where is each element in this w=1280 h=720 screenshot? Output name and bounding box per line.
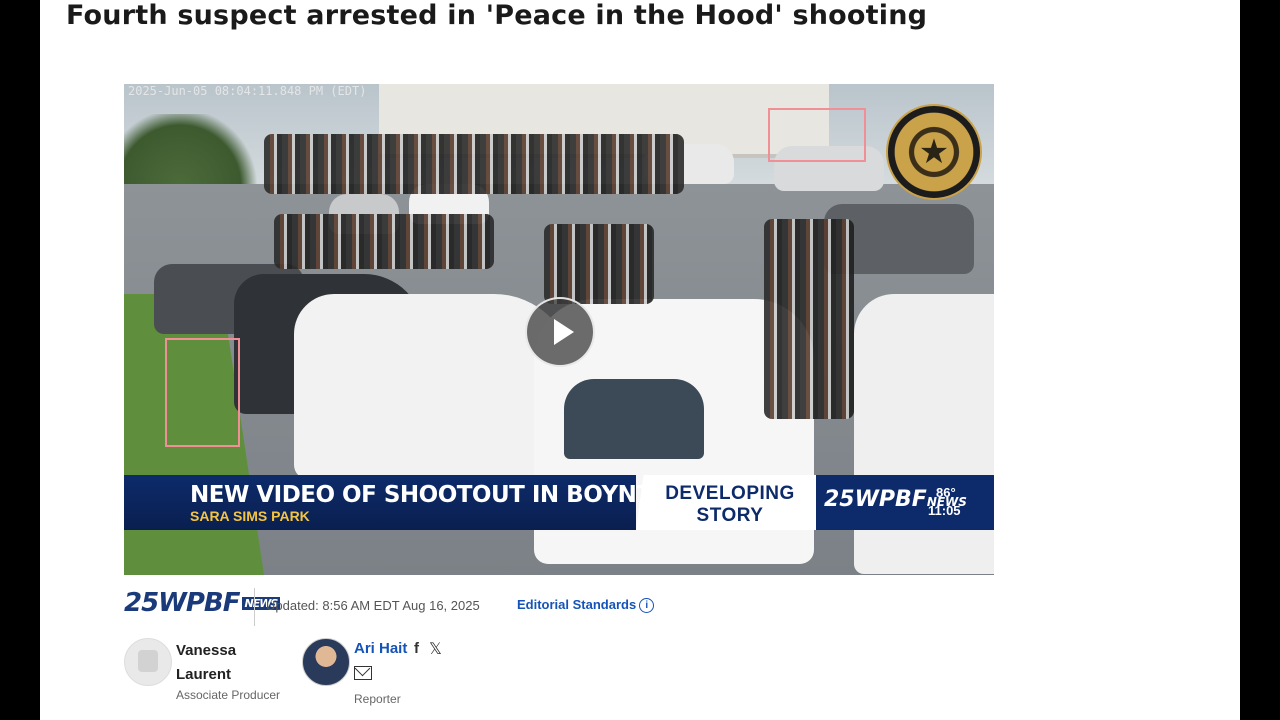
sheriff-seal-icon: ★: [886, 104, 982, 200]
avatar[interactable]: [302, 638, 350, 686]
broadcast-time: 11:05: [928, 503, 961, 518]
news-lower-third: NEW VIDEO OF SHOOTOUT IN BOYNTON BEACH S…: [124, 475, 994, 530]
temperature: 86°: [936, 485, 956, 500]
info-icon: i: [639, 598, 655, 614]
play-button[interactable]: [525, 297, 595, 367]
author-role: Associate Producer: [176, 688, 281, 702]
lower-third-subhead: SARA SIMS PARK: [190, 508, 310, 524]
article-page: Fourth suspect arrested in 'Peace in the…: [40, 0, 1240, 720]
avatar: [124, 638, 172, 686]
x-icon[interactable]: 𝕏: [429, 639, 442, 659]
article-meta: 25WPBF NEWS Updated: 8:56 AM EDT Aug 16, …: [124, 586, 824, 626]
article-headline: Fourth suspect arrested in 'Peace in the…: [66, 0, 928, 31]
author-role: Reporter: [354, 692, 401, 706]
video-timestamp: 2025-Jun-05 08:04:11.848 PM (EDT): [128, 84, 367, 98]
video-player[interactable]: 2025-Jun-05 08:04:11.848 PM (EDT) ★ NEW …: [124, 84, 994, 575]
brand-logo[interactable]: 25WPBF NEWS: [124, 588, 281, 618]
play-icon: [554, 319, 574, 345]
updated-timestamp: Updated: 8:56 AM EDT Aug 16, 2025: [266, 598, 480, 613]
developing-story-tag: DEVELOPING STORY: [636, 475, 824, 530]
highlight-box: [165, 338, 240, 447]
author-name: Vanessa Laurent: [176, 642, 237, 683]
mail-icon[interactable]: [354, 666, 372, 680]
author-name-link[interactable]: Ari Hait: [354, 640, 407, 657]
editorial-standards-link[interactable]: Editorial Standards i: [517, 597, 655, 614]
facebook-icon[interactable]: f: [414, 640, 419, 657]
highlight-box: [768, 108, 866, 162]
divider: [254, 588, 255, 626]
